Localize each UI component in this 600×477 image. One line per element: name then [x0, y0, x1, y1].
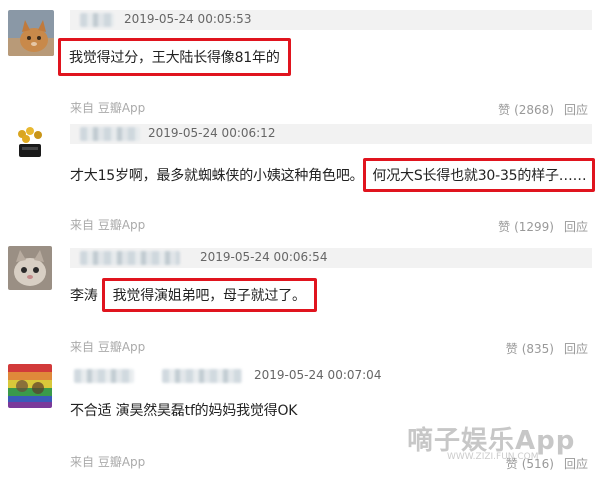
comment-source: 来自 豆瓣App: [70, 218, 146, 232]
comment-timestamp: 2019-05-24 00:07:04: [254, 368, 382, 382]
highlight-box: 我觉得过分，王大陆长得像81年的: [58, 38, 291, 76]
comment-timestamp: 2019-05-24 00:06:12: [148, 126, 276, 140]
comment-body: 我觉得过分，王大陆长得像81年的: [58, 38, 291, 76]
comment-meta-bar: 2019-05-24 00:05:53: [70, 10, 592, 30]
username-redacted: [162, 369, 242, 383]
username-redacted: [80, 251, 180, 265]
highlight-box: 我觉得演姐弟吧，母子就过了。: [101, 278, 317, 312]
like-count: (835): [521, 342, 554, 356]
comment-actions: 赞 (835) 回应: [506, 340, 588, 357]
like-button[interactable]: 赞: [498, 103, 510, 117]
comment-meta-bar: 2019-05-24 00:07:04: [70, 366, 592, 386]
comment-body: 不合适 演昊然昊磊tf的妈妈我觉得OK: [70, 400, 297, 420]
comment-source: 来自 豆瓣App: [70, 340, 146, 354]
reply-button[interactable]: 回应: [564, 342, 588, 356]
like-button[interactable]: 赞: [498, 220, 510, 234]
comment-timestamp: 2019-05-24 00:05:53: [124, 12, 252, 26]
like-count: (1299): [514, 220, 554, 234]
comment-text: 才大15岁啊，最多就蜘蛛侠的小姨这种角色吧。: [70, 168, 364, 184]
comment-source: 来自 豆瓣App: [70, 101, 146, 115]
like-count: (2868): [514, 103, 554, 117]
highlight-box: 何况大S长得也就30-35的样子……: [363, 158, 596, 192]
comment-text: 李涛: [70, 288, 98, 304]
comment-body: 李涛 我觉得演姐弟吧，母子就过了。: [70, 278, 317, 312]
avatar-rainbow[interactable]: [8, 364, 52, 408]
comment-actions: 赞 (2868) 回应: [498, 101, 588, 118]
username-redacted: [74, 369, 134, 383]
comment-meta-bar: 2019-05-24 00:06:12: [70, 124, 592, 144]
comment-body: 才大15岁啊，最多就蜘蛛侠的小姨这种角色吧。 何况大S长得也就30-35的样子……: [70, 158, 596, 192]
username-redacted: [80, 13, 114, 27]
reply-button[interactable]: 回应: [564, 220, 588, 234]
watermark-logo: 嘀子娱乐App WWW.ZIZI.FUN.COM: [407, 420, 591, 474]
reply-button[interactable]: 回应: [564, 103, 588, 117]
comment-actions: 赞 (1299) 回应: [498, 218, 588, 235]
avatar-cat[interactable]: [8, 10, 54, 56]
username-redacted: [80, 127, 140, 141]
comment-text: 不合适 演昊然昊磊tf的妈妈我觉得OK: [70, 403, 298, 419]
comment-timestamp: 2019-05-24 00:06:54: [200, 250, 328, 264]
avatar-gold[interactable]: [10, 124, 50, 164]
like-button[interactable]: 赞: [506, 342, 518, 356]
comment-meta-bar: 2019-05-24 00:06:54: [70, 248, 592, 268]
comment-source: 来自 豆瓣App: [70, 455, 146, 469]
watermark-subtitle: WWW.ZIZI.FUN.COM: [447, 452, 539, 462]
avatar-kitten[interactable]: [8, 246, 52, 290]
